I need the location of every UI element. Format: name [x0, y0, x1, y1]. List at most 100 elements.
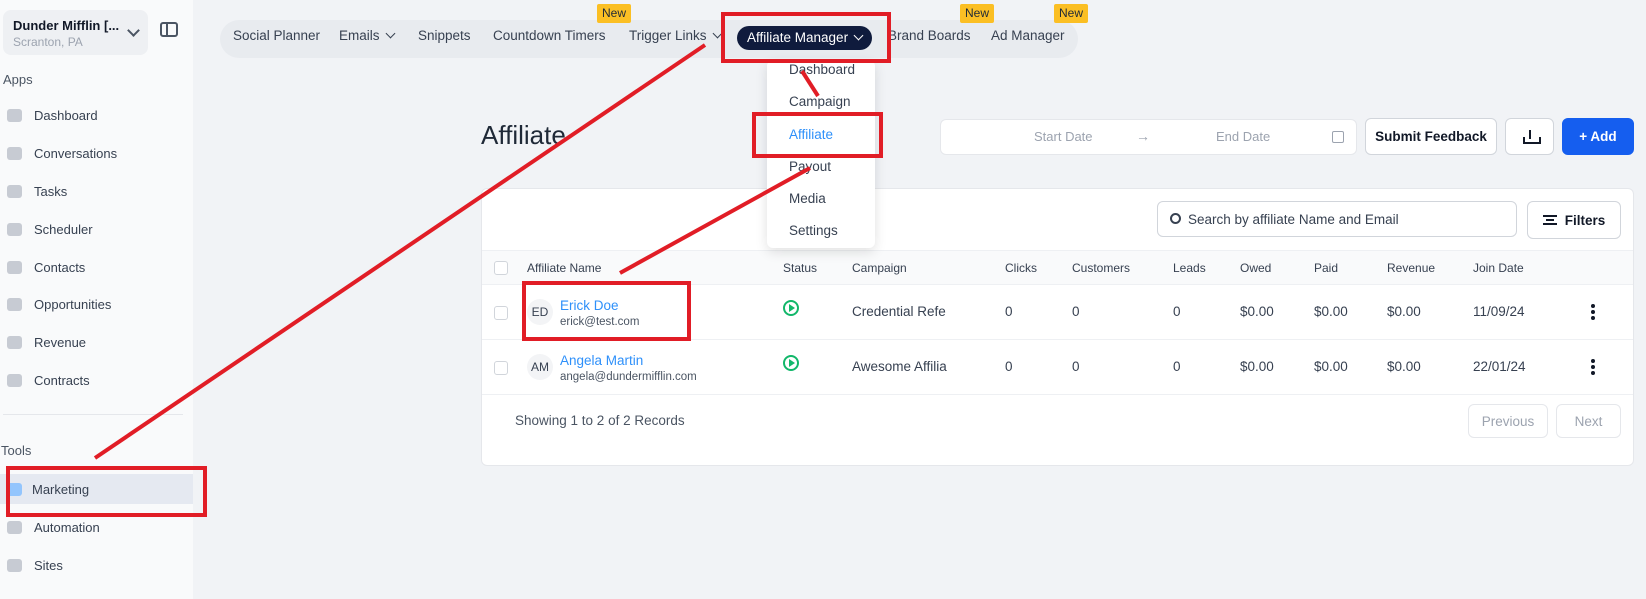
column-header[interactable]: Revenue	[1387, 261, 1435, 275]
end-date-field[interactable]: End Date	[1216, 129, 1270, 144]
tab-label: Trigger Links	[629, 28, 707, 43]
sidebar-item-contracts[interactable]: Contracts	[0, 365, 193, 395]
row-checkbox[interactable]	[494, 306, 508, 320]
sidebar-item-label: Scheduler	[34, 221, 93, 237]
dropdown-item-campaign[interactable]: Campaign	[789, 94, 851, 109]
previous-button[interactable]: Previous	[1468, 404, 1548, 438]
download-icon	[1522, 129, 1541, 144]
sidebar-item-contacts[interactable]: Contacts	[0, 252, 193, 282]
next-button[interactable]: Next	[1556, 404, 1621, 438]
leads-cell: 0	[1173, 359, 1181, 374]
join-date-cell: 11/09/24	[1473, 304, 1525, 319]
sidebar-item-label: Conversations	[34, 145, 118, 161]
sidebar-item-label: Opportunities	[34, 296, 112, 312]
column-header[interactable]: Affiliate Name	[527, 261, 601, 275]
tab-social-planner[interactable]: Social Planner	[233, 28, 320, 43]
more-options-icon[interactable]	[1591, 359, 1595, 375]
tab-ad-manager[interactable]: Ad Manager	[991, 28, 1065, 43]
conversations-icon	[7, 146, 22, 160]
revenue-cell: $0.00	[1387, 304, 1421, 319]
clicks-cell: 0	[1005, 359, 1013, 374]
join-date-cell: 22/01/24	[1473, 359, 1526, 374]
revenue-cell: $0.00	[1387, 359, 1421, 374]
tab-trigger-links[interactable]: Trigger Links	[629, 28, 722, 43]
search-placeholder: Search by affiliate Name and Email	[1188, 212, 1399, 227]
page-title: Affiliate	[481, 120, 566, 150]
tasks-icon	[7, 184, 22, 198]
dropdown-item-payout[interactable]: Payout	[789, 159, 831, 174]
sidebar-item-opportunities[interactable]: Opportunities	[0, 289, 193, 319]
select-all-checkbox[interactable]	[494, 261, 508, 275]
search-input[interactable]: Search by affiliate Name and Email	[1157, 201, 1517, 237]
new-badge: New	[960, 4, 995, 23]
paid-cell: $0.00	[1314, 304, 1348, 319]
column-header[interactable]: Clicks	[1005, 261, 1037, 275]
tab-emails[interactable]: Emails	[339, 28, 395, 43]
new-badge: New	[597, 4, 632, 23]
sidebar-item-sites[interactable]: Sites	[0, 550, 193, 580]
account-location: Scranton, PA	[13, 35, 83, 49]
sidebar-item-label: Revenue	[34, 334, 87, 350]
sidebar-item-revenue[interactable]: Revenue	[0, 327, 193, 357]
tab-snippets[interactable]: Snippets	[418, 28, 471, 43]
more-options-icon[interactable]	[1591, 304, 1595, 320]
affiliate-name-link[interactable]: Angela Martin	[560, 353, 643, 368]
sidebar-item-tasks[interactable]: Tasks	[0, 176, 193, 206]
owed-cell: $0.00	[1240, 304, 1274, 319]
sidebar-item-scheduler[interactable]: Scheduler	[0, 214, 193, 244]
owed-cell: $0.00	[1240, 359, 1274, 374]
table-header: Affiliate Name Status Campaign Clicks Cu…	[482, 250, 1633, 285]
annotation-box	[522, 281, 691, 341]
apps-section-label: Apps	[3, 72, 33, 87]
filters-button[interactable]: Filters	[1527, 201, 1621, 239]
revenue-icon	[7, 335, 22, 349]
start-date-field[interactable]: Start Date	[1034, 129, 1093, 144]
column-header[interactable]: Campaign	[852, 261, 907, 275]
account-switcher[interactable]: Dunder Mifflin [... Scranton, PA	[3, 10, 148, 55]
campaign-cell: Credential Refe	[852, 304, 946, 319]
sidebar-divider	[3, 414, 183, 415]
date-range-picker[interactable]: Start Date → End Date	[940, 119, 1357, 155]
account-name: Dunder Mifflin [...	[13, 18, 120, 33]
affiliate-email: angela@dundermifflin.com	[560, 371, 697, 383]
column-header[interactable]: Join Date	[1473, 261, 1524, 275]
dropdown-item-dashboard[interactable]: Dashboard	[789, 62, 855, 77]
play-status-icon	[783, 300, 799, 316]
sidebar-item-label: Dashboard	[34, 107, 98, 123]
sidebar-item-label: Sites	[34, 557, 63, 573]
search-icon	[1170, 213, 1181, 224]
filter-icon	[1542, 215, 1557, 225]
annotation-box	[752, 112, 883, 158]
table-row[interactable]: AM Angela Martin angela@dundermifflin.co…	[482, 340, 1633, 395]
sidebar-item-dashboard[interactable]: Dashboard	[0, 100, 193, 130]
sidebar-item-conversations[interactable]: Conversations	[0, 138, 193, 168]
sidebar-item-label: Contacts	[34, 259, 86, 275]
column-header[interactable]: Customers	[1072, 261, 1130, 275]
row-checkbox[interactable]	[494, 361, 508, 375]
avatar: AM	[527, 354, 553, 380]
paid-cell: $0.00	[1314, 359, 1348, 374]
sidebar-item-label: Automation	[34, 519, 100, 535]
play-status-icon	[783, 355, 799, 371]
column-header[interactable]: Owed	[1240, 261, 1271, 275]
filters-label: Filters	[1564, 212, 1606, 228]
tools-section-label: Tools	[1, 443, 32, 458]
dropdown-item-settings[interactable]: Settings	[789, 223, 838, 238]
opportunities-icon	[7, 297, 22, 311]
tab-label: Emails	[339, 28, 380, 43]
dropdown-item-media[interactable]: Media	[789, 191, 826, 206]
arrow-right-icon: →	[1136, 128, 1150, 144]
contacts-icon	[7, 260, 22, 274]
column-header[interactable]: Status	[783, 261, 817, 275]
add-button[interactable]: + Add	[1562, 118, 1634, 155]
sidebar-item-label: Contracts	[34, 372, 90, 388]
column-header[interactable]: Leads	[1173, 261, 1206, 275]
tab-brand-boards[interactable]: Brand Boards	[888, 28, 971, 43]
column-header[interactable]: Paid	[1314, 261, 1338, 275]
submit-feedback-button[interactable]: Submit Feedback	[1365, 118, 1497, 155]
tab-countdown-timers[interactable]: Countdown Timers	[493, 28, 606, 43]
records-summary: Showing 1 to 2 of 2 Records	[515, 413, 685, 428]
download-button[interactable]	[1505, 118, 1554, 155]
sidebar-toggle-icon[interactable]	[160, 22, 178, 37]
top-navigation: Social Planner Emails Snippets Countdown…	[220, 20, 1078, 58]
